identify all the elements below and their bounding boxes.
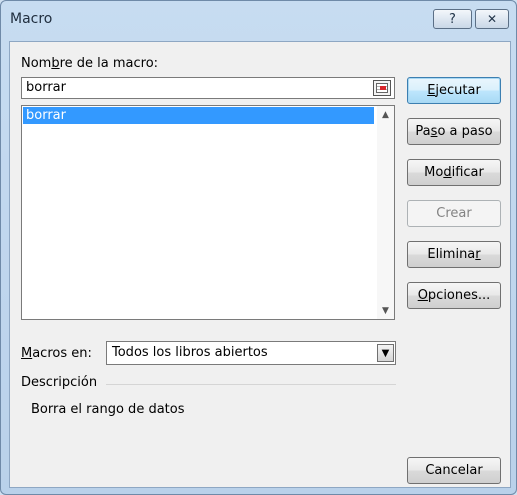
edit-button[interactable]: Mo d ificar <box>407 159 501 186</box>
description-text: Borra el rango de datos <box>31 402 185 417</box>
description-label: Descripción <box>21 375 98 390</box>
window-title: Macro <box>10 11 53 27</box>
scroll-up-icon[interactable]: ▲ <box>377 106 394 123</box>
description-divider <box>106 384 396 385</box>
macro-name-value: borrar <box>26 80 66 95</box>
help-icon: ? <box>449 11 456 27</box>
close-icon: ✕ <box>486 12 498 26</box>
macro-name-input[interactable]: borrar <box>21 77 395 99</box>
delete-button[interactable]: Elimina r <box>407 241 501 268</box>
close-button[interactable]: ✕ <box>475 9 509 29</box>
list-item[interactable]: borrar <box>23 107 374 124</box>
macros-in-value: Todos los libros abiertos <box>112 345 268 360</box>
title-bar: Macro ? ✕ <box>1 1 516 41</box>
dialog-body: Nombre de la macro: borrar borrar ▲ ▼ Ej… <box>9 41 511 488</box>
macros-in-select[interactable]: Todos los libros abiertos ▼ <box>106 341 396 365</box>
macro-list[interactable]: borrar ▲ ▼ <box>21 105 395 320</box>
macro-dialog: Macro ? ✕ Nombre de la macro: borrar bor… <box>0 0 517 495</box>
step-into-button[interactable]: Pa s o a paso <box>407 118 501 145</box>
macro-name-label: Nombre de la macro: <box>21 56 159 71</box>
cancel-button[interactable]: Cancelar <box>407 457 501 484</box>
macros-in-label: Macros en: <box>21 346 92 361</box>
options-button[interactable]: Opciones... <box>407 282 501 309</box>
help-button[interactable]: ? <box>433 9 472 29</box>
scroll-down-icon[interactable]: ▼ <box>377 302 394 319</box>
chevron-down-icon[interactable]: ▼ <box>377 344 394 362</box>
list-scrollbar[interactable]: ▲ ▼ <box>377 106 394 319</box>
run-button[interactable]: Ejecutar <box>407 77 501 104</box>
collapse-dialog-icon[interactable] <box>373 80 391 96</box>
create-button: Crear <box>407 200 501 227</box>
